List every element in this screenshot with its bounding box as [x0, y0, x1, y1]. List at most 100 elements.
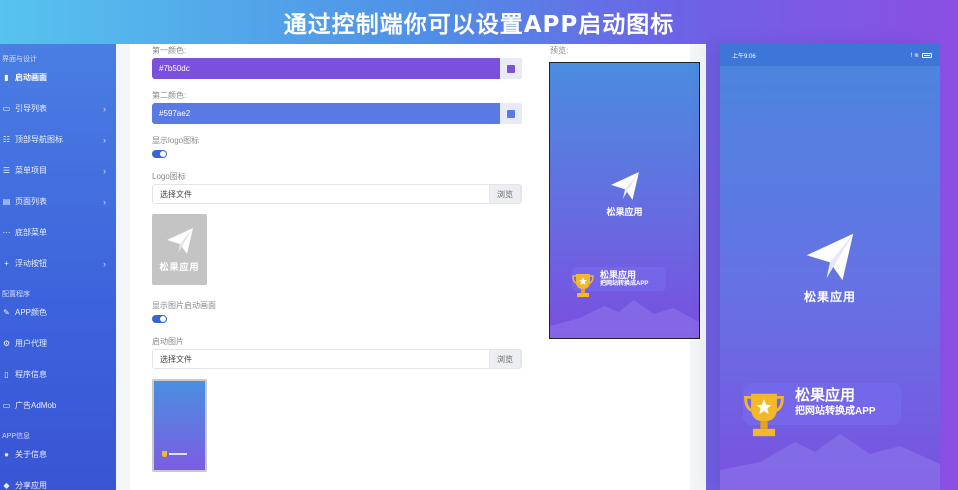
sidebar-item[interactable]: ◆ 分享应用: [0, 470, 116, 490]
sidebar-item-icon: ✎: [3, 308, 10, 317]
second-color-swatch: [507, 109, 515, 118]
sidebar-item-label: 用户代理: [15, 339, 47, 348]
sidebar-item-label: 广告AdMob: [15, 401, 57, 410]
phone-mockup: 上午9:06 ⵑ ≋ 松果应用 松果应用 把网站转换成APP: [720, 44, 940, 490]
paper-plane-icon: [166, 227, 193, 254]
sidebar-item[interactable]: ⋯ 底部菜单: [0, 217, 116, 248]
splash-browse-button[interactable]: 浏览: [489, 349, 521, 369]
preview-logo: 松果应用: [550, 171, 699, 218]
sidebar-item-icon: ▭: [2, 401, 11, 410]
sidebar-item-icon: ▯: [4, 370, 9, 379]
sidebar-item-icon: ▮: [4, 73, 9, 82]
phone-badge-title: 松果应用: [795, 387, 856, 404]
second-color-input[interactable]: #597ae2: [152, 103, 522, 124]
first-color-input[interactable]: #7b50dc: [152, 58, 522, 79]
toggle-knob: [160, 151, 166, 157]
sidebar-item[interactable]: ▤ 页面列表 ›: [0, 186, 116, 217]
sidebar-item-label: 关于信息: [15, 450, 47, 459]
status-icons: ⵑ ≋: [911, 52, 932, 59]
status-time: 上午9:06: [732, 53, 756, 60]
logo-file-input[interactable]: 选择文件 浏览: [152, 184, 522, 204]
sidebar-item[interactable]: ✎ APP颜色: [0, 297, 116, 328]
first-color-swatch: [507, 64, 515, 73]
mountain-graphic: [720, 434, 940, 490]
preview-logo-text: 松果应用: [606, 207, 643, 217]
banner-title: 通过控制端你可以设置APP启动图标: [283, 12, 675, 38]
sidebar-item[interactable]: ▮ 启动画面: [0, 62, 116, 93]
phone-badge-subtitle: 把网站转换成APP: [795, 406, 876, 417]
sidebar-item[interactable]: ☷ 顶部导航图标 ›: [0, 124, 116, 155]
show-splash-toggle[interactable]: [152, 315, 167, 323]
preview-badge-text: 松果应用 把网站转换成APP: [600, 270, 649, 287]
settings-card: 第一颜色: #7b50dc 第二颜色: #597ae2 显示logo图标 Log…: [130, 44, 700, 490]
sidebar-item[interactable]: ● 关于信息: [0, 439, 116, 470]
sidebar-item[interactable]: ⚙ 用户代理: [0, 328, 116, 359]
sidebar-item-icon: ▤: [2, 197, 11, 206]
logo-browse-button[interactable]: 浏览: [489, 184, 521, 204]
splash-image-label: 启动图片: [152, 337, 184, 346]
sidebar-item-label: 引导列表: [15, 104, 47, 113]
signal-wifi-icon: ⵑ ≋: [910, 52, 919, 59]
first-color-picker-button[interactable]: [500, 58, 522, 79]
sidebar-item-label: 顶部导航图标: [15, 135, 63, 144]
splash-file-input[interactable]: 选择文件 浏览: [152, 349, 522, 369]
sidebar: 界面与设计 ▮ 启动画面 ▭ 引导列表 › ☷ 顶部导航图标 › ☰ 菜单项目 › ▤ 页面列表 › ⋯ 底部…: [0, 44, 116, 490]
splash-file-placeholder: 选择文件: [160, 354, 192, 364]
sidebar-item[interactable]: ▭ 引导列表 ›: [0, 93, 116, 124]
sidebar-item-label: 底部菜单: [15, 228, 47, 237]
sidebar-section-config: 配置程序: [2, 291, 30, 298]
logo-label: Logo图标: [152, 172, 186, 181]
main-panel: 第一颜色: #7b50dc 第二颜色: #597ae2 显示logo图标 Log…: [116, 44, 706, 490]
sidebar-section-design: 界面与设计: [2, 56, 37, 63]
chevron-right-icon: ›: [103, 165, 106, 176]
sidebar-item-label: 菜单项目: [15, 166, 47, 175]
phone-badge-text: 松果应用 把网站转换成APP: [795, 387, 876, 419]
chevron-right-icon: ›: [103, 134, 106, 145]
paper-plane-icon: [610, 172, 639, 200]
sidebar-item[interactable]: ▯ 程序信息: [0, 359, 116, 390]
logo-thumbnail: 松果应用: [152, 214, 207, 285]
second-color-value: #597ae2: [159, 109, 191, 118]
preview-badge-subtitle: 把网站转换成APP: [600, 280, 649, 287]
sidebar-item-label: 程序信息: [15, 370, 47, 379]
sidebar-item[interactable]: ▭ 广告AdMob: [0, 390, 116, 421]
first-color-value: #7b50dc: [159, 64, 190, 73]
paper-plane-icon: [806, 233, 854, 281]
splash-form: 第一颜色: #7b50dc 第二颜色: #597ae2 显示logo图标 Log…: [152, 44, 522, 472]
sidebar-item-label: 页面列表: [15, 197, 47, 206]
logo-file-placeholder: 选择文件: [160, 189, 192, 199]
sidebar-item-icon: ⋯: [2, 228, 11, 237]
sidebar-item-label: 浮动按钮: [15, 259, 47, 268]
sidebar-section-app-info: APP信息: [2, 433, 31, 440]
toggle-knob: [160, 316, 166, 322]
sidebar-item-label: 分享应用: [15, 481, 47, 490]
sidebar-item[interactable]: + 浮动按钮 ›: [0, 248, 116, 279]
sidebar-item-icon: ●: [4, 450, 9, 459]
mountain-graphic: [550, 300, 699, 338]
sidebar-item-icon: ◆: [3, 481, 10, 490]
banner: 通过控制端你可以设置APP启动图标: [0, 0, 958, 44]
trophy-icon: [162, 451, 167, 457]
show-splash-label: 显示图片启动画面: [152, 301, 216, 310]
sidebar-item-icon: ☷: [2, 135, 11, 144]
sidebar-item-label: APP颜色: [15, 308, 48, 317]
sidebar-item[interactable]: ☰ 菜单项目 ›: [0, 155, 116, 186]
chevron-right-icon: ›: [103, 103, 106, 114]
sidebar-item-icon: ▭: [2, 104, 11, 113]
chevron-right-icon: ›: [103, 196, 106, 207]
first-color-label: 第一颜色:: [152, 46, 187, 55]
sidebar-item-icon: +: [4, 259, 9, 268]
preview-screen: 松果应用 松果应用 把网站转换成APP: [549, 62, 700, 339]
phone-logo-text: 松果应用: [803, 290, 856, 304]
second-color-picker-button[interactable]: [500, 103, 522, 124]
chevron-right-icon: ›: [103, 258, 106, 269]
logo-thumbnail-text: 松果应用: [159, 261, 200, 272]
sidebar-item-label: 启动画面: [15, 73, 47, 82]
phone-logo: 松果应用: [720, 232, 940, 305]
show-logo-toggle[interactable]: [152, 150, 167, 158]
preview-label: 预览:: [550, 46, 569, 55]
sidebar-item-icon: ⚙: [2, 339, 11, 348]
mini-badge-text: [169, 453, 187, 455]
status-bar: 上午9:06 ⵑ ≋: [720, 44, 940, 66]
battery-icon: [922, 52, 932, 58]
